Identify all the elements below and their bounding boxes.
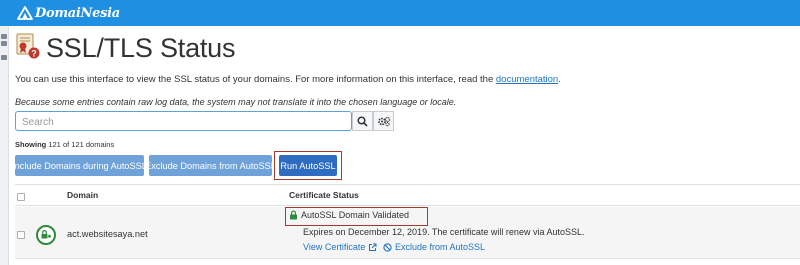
view-certificate-link[interactable]: View Certificate	[303, 242, 377, 252]
intro-suffix: .	[558, 74, 561, 85]
external-link-icon	[369, 243, 377, 251]
run-autossl-button[interactable]: Run AutoSSL	[279, 155, 337, 176]
left-sidebar-strip[interactable]	[0, 26, 9, 265]
search-icon	[357, 115, 368, 127]
table-header	[15, 184, 800, 206]
locale-note: Because some entries contain raw log dat…	[15, 97, 457, 107]
page-title: SSL/TLS Status	[46, 33, 236, 63]
domain-name: act.websitesaya.net	[67, 229, 148, 239]
sidebar-icon[interactable]	[1, 41, 7, 46]
sidebar-icon[interactable]	[1, 34, 7, 39]
search-box[interactable]	[15, 111, 352, 132]
brand-name: DomaiNesia	[35, 5, 120, 21]
intro-text: You can use this interface to view the S…	[15, 74, 561, 85]
svg-text:?: ?	[31, 49, 37, 59]
showing-text: 121 of 121 domains	[48, 140, 115, 149]
row-checkbox[interactable]	[17, 231, 25, 239]
gears-icon	[377, 116, 390, 126]
column-header-domain[interactable]: Domain	[67, 190, 98, 200]
expiry-text: Expires on December 12, 2019. The certif…	[303, 227, 585, 237]
column-header-certificate-status[interactable]: Certificate Status	[289, 190, 359, 200]
lock-status-icon	[36, 225, 56, 245]
brand-logo[interactable]: DomaiNesia	[16, 4, 120, 22]
search-input[interactable]	[16, 113, 351, 132]
include-domains-button[interactable]: Include Domains during AutoSSL	[12, 155, 147, 176]
select-all-checkbox[interactable]	[17, 193, 25, 201]
top-bar: DomaiNesia	[0, 0, 800, 26]
results-count: Showing 121 of 121 domains	[15, 140, 114, 149]
sidebar-icon[interactable]	[1, 55, 7, 60]
ban-icon	[383, 242, 392, 252]
documentation-link[interactable]: documentation	[496, 74, 558, 85]
status-text: AutoSSL Domain Validated	[301, 210, 410, 220]
exclude-from-autossl-label[interactable]: Exclude from AutoSSL	[395, 242, 485, 252]
intro-body: You can use this interface to view the S…	[15, 74, 496, 85]
settings-button[interactable]	[373, 111, 394, 131]
exclude-from-autossl-link[interactable]: Exclude from AutoSSL	[383, 242, 485, 252]
search-button[interactable]	[352, 111, 373, 131]
certificate-status: AutoSSL Domain Validated	[289, 210, 409, 220]
lock-icon	[290, 210, 297, 220]
logo-mark-icon	[16, 5, 34, 21]
view-certificate-label[interactable]: View Certificate	[303, 242, 365, 252]
exclude-domains-button[interactable]: Exclude Domains from AutoSSL	[145, 155, 276, 176]
showing-label: Showing	[15, 140, 47, 149]
certificate-warning-icon: ?	[16, 33, 40, 59]
